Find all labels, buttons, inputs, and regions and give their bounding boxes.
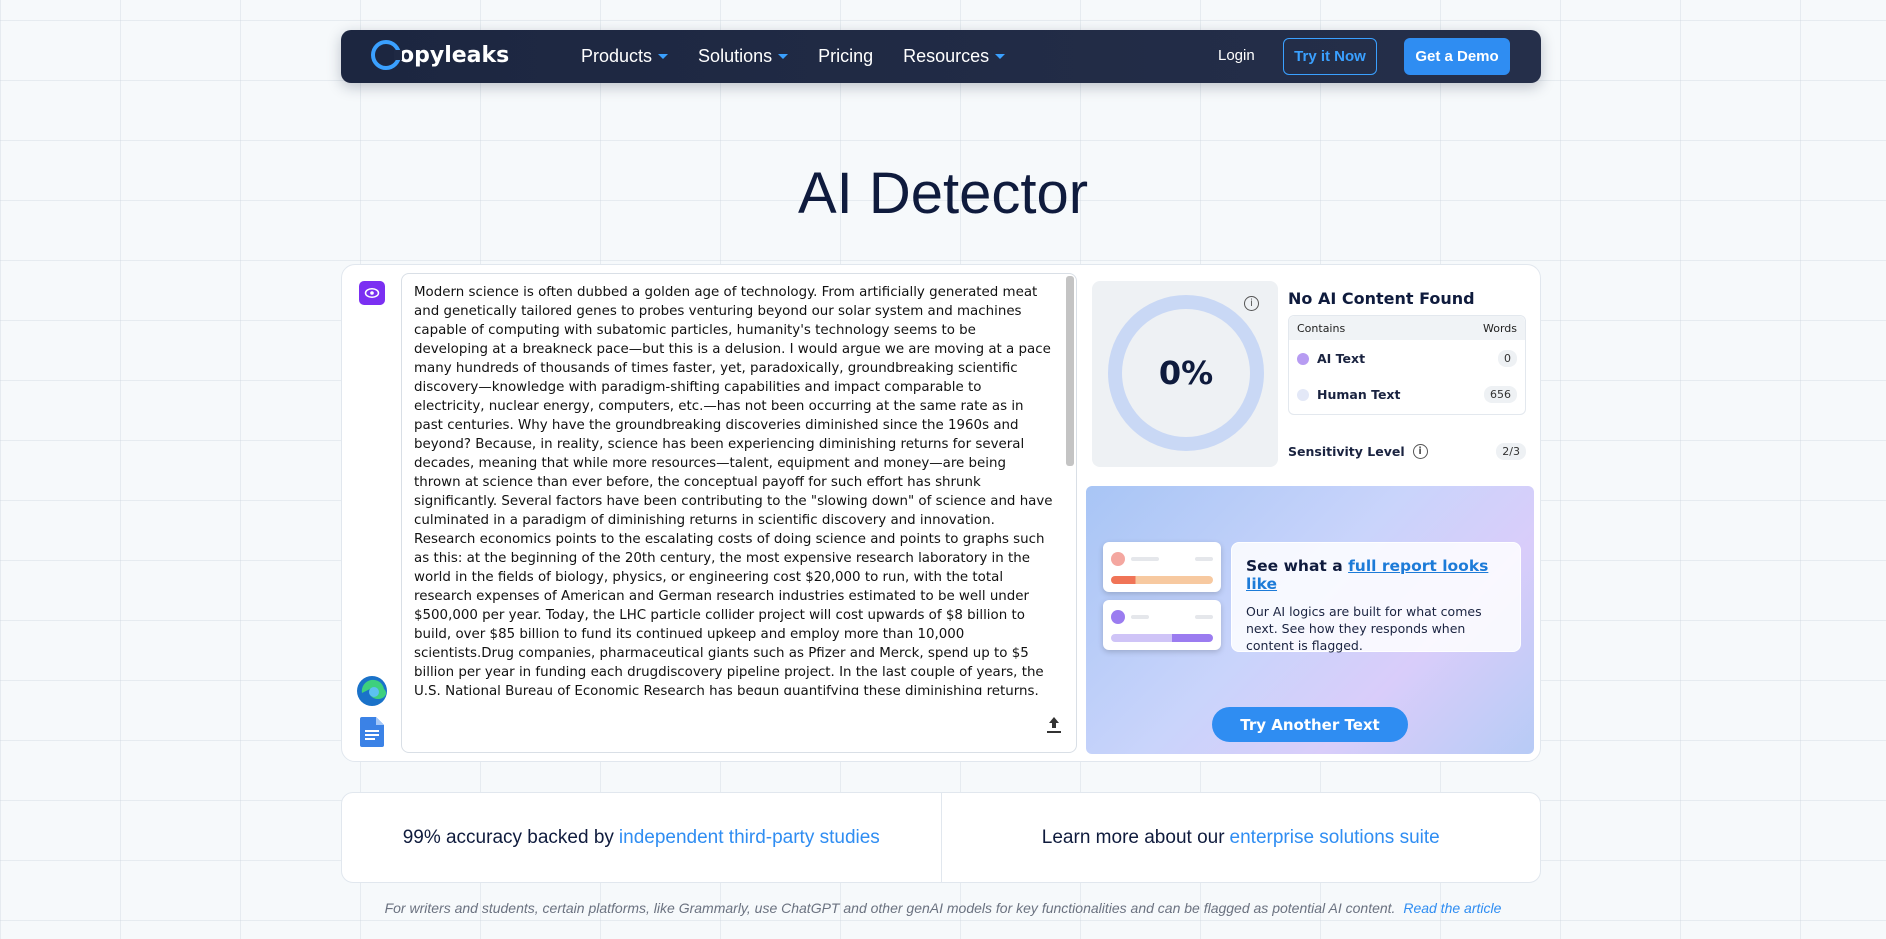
- ai-dot-icon: [1297, 353, 1309, 365]
- col-words: Words: [1482, 321, 1517, 335]
- sensitivity-value[interactable]: 2/3: [1496, 443, 1526, 460]
- third-party-studies-link[interactable]: independent third-party studies: [619, 827, 880, 849]
- placeholder-line: [1195, 615, 1213, 619]
- nav-resources[interactable]: Resources: [903, 46, 1006, 67]
- col-contains: Contains: [1297, 321, 1346, 335]
- nav-pricing[interactable]: Pricing: [818, 46, 873, 67]
- row-human-label: Human Text: [1317, 386, 1401, 402]
- accuracy-cell: 99% accuracy backed by independent third…: [342, 793, 941, 882]
- result-table: Contains Words AI Text 0 Human Text 656: [1288, 315, 1526, 415]
- enterprise-solutions-link[interactable]: enterprise solutions suite: [1230, 827, 1440, 849]
- human-dot-icon: [1297, 389, 1309, 401]
- chevron-down-icon: [658, 54, 669, 59]
- promo-bar: [1111, 576, 1213, 584]
- row-ai-label: AI Text: [1317, 350, 1366, 366]
- score-donut: 0%: [1108, 295, 1264, 451]
- result-table-header: Contains Words: [1289, 316, 1525, 340]
- try-another-text-button[interactable]: Try Another Text: [1212, 707, 1408, 742]
- disclaimer: For writers and students, certain platfo…: [0, 900, 1886, 916]
- row-ai-text: AI Text 0: [1289, 340, 1525, 376]
- promo-mini-card-ai: [1103, 542, 1221, 592]
- sensitivity-label: Sensitivity Level: [1288, 444, 1405, 459]
- ai-score-icon: [1111, 552, 1125, 566]
- promo-heading: See what a full report looks like: [1246, 557, 1506, 593]
- google-docs-icon[interactable]: [360, 717, 384, 747]
- info-bar: 99% accuracy backed by independent third…: [341, 792, 1541, 883]
- chevron-down-icon: [778, 54, 789, 59]
- eye-icon: [364, 288, 380, 298]
- nav-solutions-label: Solutions: [698, 46, 773, 66]
- promo-body: Our AI logics are built for what comes n…: [1246, 604, 1482, 653]
- sensitivity-level: Sensitivity Level i 2/3: [1288, 443, 1526, 460]
- edge-extension-icon[interactable]: [356, 675, 388, 707]
- sparkle-icon: [1111, 610, 1125, 624]
- nav-solutions[interactable]: Solutions: [698, 46, 789, 67]
- score-box: 0% i: [1092, 281, 1278, 467]
- read-article-link[interactable]: Read the article: [1403, 900, 1501, 916]
- accuracy-text: 99% accuracy backed by: [402, 826, 614, 848]
- row-human-text: Human Text 656: [1289, 376, 1525, 412]
- upload-icon[interactable]: [1046, 716, 1062, 734]
- ai-score: 0%: [1158, 354, 1214, 392]
- top-navbar: opyleaks Products Solutions Pricing Reso…: [341, 30, 1541, 83]
- info-icon[interactable]: i: [1244, 296, 1259, 311]
- enterprise-cell: Learn more about our enterprise solution…: [940, 793, 1541, 882]
- input-text[interactable]: Modern science is often dubbed a golden …: [414, 283, 1054, 695]
- detector-card: Modern science is often dubbed a golden …: [341, 264, 1541, 762]
- logo-text: opyleaks: [399, 42, 510, 68]
- ai-word-count: 0: [1498, 349, 1517, 367]
- text-scrollbar[interactable]: [1066, 276, 1074, 466]
- promo-mini-card-human: [1103, 600, 1221, 650]
- placeholder-line: [1195, 557, 1213, 561]
- disclaimer-text: For writers and students, certain platfo…: [384, 900, 1396, 916]
- placeholder-line: [1131, 557, 1159, 561]
- login-link[interactable]: Login: [1218, 47, 1255, 64]
- promo-heading-prefix: See what a: [1246, 557, 1349, 575]
- promo-text-box: See what a full report looks like Our AI…: [1231, 542, 1521, 653]
- nav-links: Products Solutions Pricing Resources: [581, 30, 1006, 83]
- result-panel: 0% i No AI Content Found Contains Words …: [1092, 273, 1532, 481]
- logo-c-icon: [371, 40, 402, 70]
- copyleaks-logo[interactable]: opyleaks: [371, 40, 509, 70]
- eye-icon-button[interactable]: [359, 281, 385, 305]
- placeholder-line: [1131, 615, 1149, 619]
- promo-bar: [1111, 634, 1213, 642]
- result-title: No AI Content Found: [1288, 289, 1475, 308]
- text-input-area[interactable]: Modern science is often dubbed a golden …: [401, 273, 1077, 753]
- page-title: AI Detector: [797, 161, 1089, 226]
- nav-pricing-label: Pricing: [818, 46, 874, 66]
- get-demo-button[interactable]: Get a Demo: [1404, 38, 1510, 75]
- report-promo: See what a full report looks like Our AI…: [1086, 486, 1534, 754]
- human-word-count: 656: [1484, 385, 1517, 403]
- nav-products[interactable]: Products: [581, 46, 669, 67]
- try-now-button[interactable]: Try it Now: [1283, 38, 1377, 75]
- nav-products-label: Products: [581, 46, 653, 66]
- sensitivity-info-icon[interactable]: i: [1412, 444, 1428, 459]
- enterprise-text: Learn more about our: [1041, 826, 1225, 848]
- chevron-down-icon: [995, 54, 1006, 59]
- nav-resources-label: Resources: [903, 46, 990, 66]
